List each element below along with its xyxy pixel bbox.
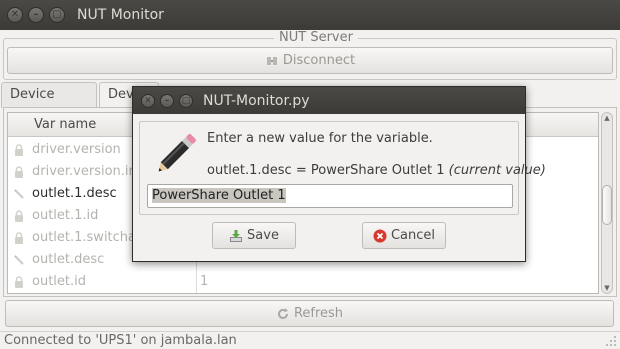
server-frame: NUT Server Disconnect xyxy=(3,30,617,80)
scroll-up-icon[interactable]: ▲ xyxy=(602,114,612,122)
vertical-scrollbar[interactable]: ▲ ▼ xyxy=(601,112,613,294)
minimize-icon: – xyxy=(33,9,39,20)
var-value-cell: 0 xyxy=(200,293,208,294)
resize-grip-icon[interactable] xyxy=(605,335,617,347)
edit-variable-dialog: ✕ – □ NUT-Monitor.py Enter a new value f… xyxy=(132,86,546,262)
dialog-title: NUT-Monitor.py xyxy=(203,92,310,109)
column-var-name[interactable]: Var name xyxy=(8,113,96,137)
cancel-icon xyxy=(373,229,387,242)
maximize-window-button[interactable]: □ xyxy=(49,7,65,23)
var-name-cell: outlet.id xyxy=(32,274,86,289)
maximize-icon: □ xyxy=(52,9,62,20)
close-icon: ✕ xyxy=(144,95,152,106)
save-button[interactable]: Save xyxy=(212,222,296,249)
minimize-icon: – xyxy=(164,95,170,106)
table-row[interactable]: outlet.switchable 0 xyxy=(8,293,598,294)
scrollbar-thumb[interactable] xyxy=(602,185,612,225)
var-value-cell: 1 xyxy=(200,274,209,289)
maximize-icon: □ xyxy=(181,95,191,106)
close-window-button[interactable]: ✕ xyxy=(7,7,23,23)
var-name-cell: outlet.switchable xyxy=(8,293,196,294)
refresh-icon xyxy=(277,307,288,319)
disconnect-label: Disconnect xyxy=(282,53,356,68)
minimize-window-button[interactable]: – xyxy=(28,7,44,23)
status-bar: Connected to 'UPS1' on jambala.lan xyxy=(0,331,620,349)
new-value-input-text: PowerShare Outlet 1 xyxy=(152,188,286,203)
tab-device-vars-label: Dev xyxy=(108,87,134,102)
current-value-prefix: outlet.1.desc = PowerShare Outlet 1 xyxy=(207,163,445,178)
dialog-titlebar: ✕ – □ NUT-Monitor.py xyxy=(133,87,525,114)
new-value-input[interactable]: PowerShare Outlet 1 xyxy=(147,184,513,208)
dialog-close-button[interactable]: ✕ xyxy=(141,93,155,108)
window-titlebar: ✕ – □ NUT Monitor xyxy=(0,0,620,30)
cancel-button[interactable]: Cancel xyxy=(362,222,446,249)
close-icon: ✕ xyxy=(10,9,20,20)
table-row[interactable]: outlet.id 1 xyxy=(8,271,598,293)
dialog-message: Enter a new value for the variable. xyxy=(207,131,433,146)
current-value-suffix: (current value) xyxy=(448,163,546,178)
disconnect-button[interactable]: Disconnect xyxy=(7,47,613,74)
refresh-label: Refresh xyxy=(293,306,344,321)
dialog-minimize-button[interactable]: – xyxy=(160,93,174,108)
dialog-maximize-button[interactable]: □ xyxy=(179,93,193,108)
current-value-text: outlet.1.desc = PowerShare Outlet 1 (cur… xyxy=(207,163,546,178)
disconnect-icon xyxy=(266,56,277,65)
scroll-down-icon[interactable]: ▼ xyxy=(602,284,612,292)
window-title: NUT Monitor xyxy=(77,7,164,23)
tab-device-status[interactable]: Device status xyxy=(1,82,97,126)
save-label: Save xyxy=(247,228,279,243)
cancel-label: Cancel xyxy=(390,228,436,243)
server-legend: NUT Server xyxy=(274,30,358,45)
status-text: Connected to 'UPS1' on jambala.lan xyxy=(4,333,237,348)
save-icon xyxy=(230,229,243,242)
refresh-button[interactable]: Refresh xyxy=(5,300,614,327)
pencil-icon xyxy=(158,134,196,172)
